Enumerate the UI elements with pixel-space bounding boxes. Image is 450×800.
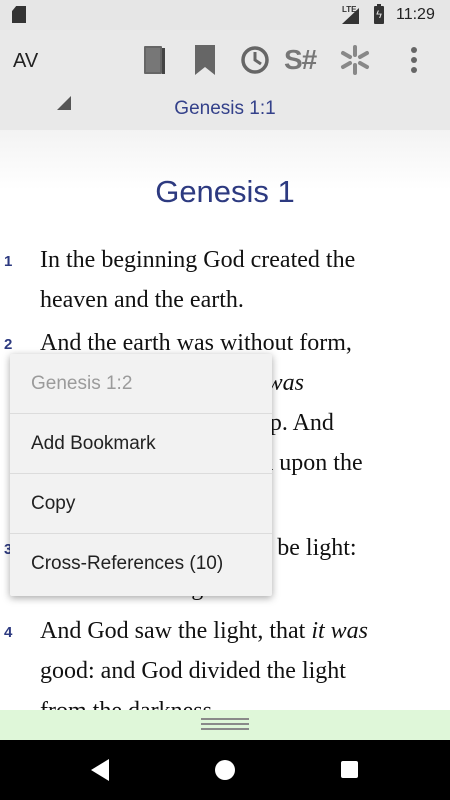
menu-header-reference: Genesis 1:2 [10,354,272,414]
bible-icon[interactable] [136,42,172,78]
back-icon[interactable] [91,759,109,781]
strongs-label: S# [284,44,317,75]
home-icon[interactable] [215,760,235,780]
status-time: 11:29 [396,6,435,23]
bottom-drag-bar[interactable] [0,710,450,740]
version-selector[interactable]: AV [13,50,38,73]
cross-references-menu-item[interactable]: Cross-References (10) [10,534,272,594]
sd-card-icon [12,6,26,23]
navigation-bar [0,740,450,800]
strongs-icon[interactable]: S# [284,42,328,78]
recent-apps-icon[interactable] [341,761,358,778]
drag-handle-icon[interactable] [201,718,249,730]
bookmark-icon[interactable] [187,42,223,78]
current-reference[interactable]: Genesis 1:1 [0,98,450,120]
toolbar: AV S# Genesis 1:1 [0,30,450,130]
verse-text: And God saw the light, that it was good:… [40,618,368,710]
status-bar: LTE ϟ 11:29 [0,0,450,30]
chapter-title: Genesis 1 [155,174,295,209]
verse-context-menu: Genesis 1:2 Add Bookmark Copy Cross-Refe… [10,354,272,596]
charging-bolt-icon: ϟ [376,9,382,21]
history-icon[interactable] [237,42,273,78]
verse-number: 4 [4,624,13,641]
copy-menu-item[interactable]: Copy [10,474,272,534]
add-bookmark-menu-item[interactable]: Add Bookmark [10,414,272,474]
verse-text: In the beginning God created the heaven … [40,247,356,313]
verse-number: 2 [4,336,13,353]
more-vert-icon[interactable] [396,42,432,78]
verse-number: 1 [4,253,13,270]
asterisk-icon[interactable] [337,42,373,78]
network-type: LTE [342,5,357,14]
